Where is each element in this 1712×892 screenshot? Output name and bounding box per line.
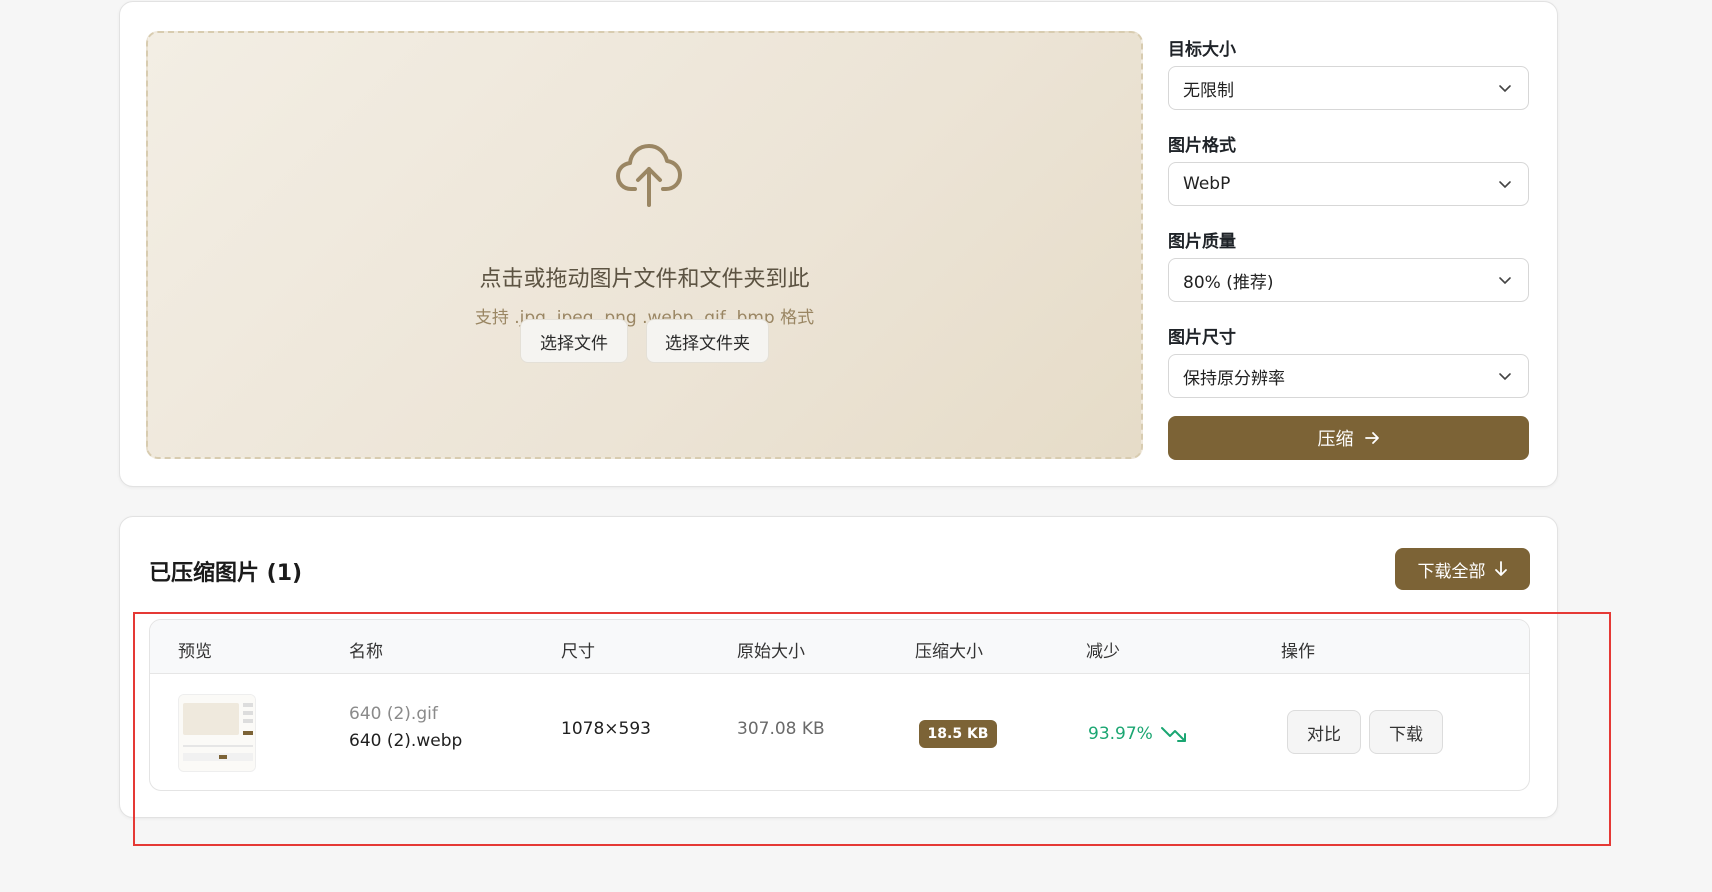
target-size-label: 目标大小 xyxy=(1168,40,1236,60)
arrow-down-icon xyxy=(1494,561,1507,576)
table-header: 预览 名称 尺寸 原始大小 压缩大小 减少 操作 xyxy=(150,620,1529,674)
select-files-button[interactable]: 选择文件 xyxy=(520,319,628,363)
quality-label: 图片质量 xyxy=(1168,232,1236,252)
chevron-down-icon xyxy=(1499,373,1511,381)
preview-thumbnail[interactable] xyxy=(178,694,256,772)
trending-down-icon xyxy=(1160,727,1186,742)
cloud-upload-icon xyxy=(616,144,682,207)
upload-title: 点击或拖动图片文件和文件夹到此 xyxy=(479,267,810,292)
col-dimensions: 尺寸 xyxy=(561,642,595,662)
compress-button[interactable]: 压缩 xyxy=(1168,416,1529,460)
reduction-percent: 93.97% xyxy=(1088,724,1153,744)
reduction-value: 93.97% xyxy=(1088,724,1187,744)
compare-button[interactable]: 对比 xyxy=(1287,710,1361,754)
col-compressed-size: 压缩大小 xyxy=(915,642,983,662)
download-all-label: 下载全部 xyxy=(1417,561,1486,582)
select-folder-button[interactable]: 选择文件夹 xyxy=(646,319,769,363)
format-value: WebP xyxy=(1183,174,1231,194)
preview-image xyxy=(179,695,255,771)
original-file-name: 640 (2).gif xyxy=(349,704,438,724)
col-preview: 预览 xyxy=(178,642,212,662)
chevron-down-icon xyxy=(1499,85,1511,93)
upload-card: 点击或拖动图片文件和文件夹到此 支持 .jpg .jpeg .png .webp… xyxy=(119,1,1558,487)
compress-button-label: 压缩 xyxy=(1317,429,1354,450)
results-card: 已压缩图片 (1) 下载全部 预览 名称 尺寸 原始大小 压缩大小 减少 操作 xyxy=(119,516,1558,818)
results-table: 预览 名称 尺寸 原始大小 压缩大小 减少 操作 640 (2).gif 640… xyxy=(149,619,1530,791)
dimensions-select[interactable]: 保持原分辨率 xyxy=(1168,354,1529,398)
download-button[interactable]: 下载 xyxy=(1369,710,1443,754)
format-label: 图片格式 xyxy=(1168,136,1236,156)
format-select[interactable]: WebP xyxy=(1168,162,1529,206)
col-name: 名称 xyxy=(349,642,383,662)
original-size: 307.08 KB xyxy=(737,719,825,739)
download-all-button[interactable]: 下载全部 xyxy=(1395,548,1530,590)
target-size-select[interactable]: 无限制 xyxy=(1168,66,1529,110)
chevron-down-icon xyxy=(1499,181,1511,189)
target-size-value: 无限制 xyxy=(1183,80,1234,101)
compressed-file-name: 640 (2).webp xyxy=(349,731,463,751)
drop-zone[interactable]: 点击或拖动图片文件和文件夹到此 支持 .jpg .jpeg .png .webp… xyxy=(146,31,1143,459)
results-title: 已压缩图片 (1) xyxy=(149,561,303,586)
col-reduction: 减少 xyxy=(1086,642,1120,662)
col-original-size: 原始大小 xyxy=(737,642,805,662)
col-actions: 操作 xyxy=(1281,642,1315,662)
compressed-size-badge: 18.5 KB xyxy=(919,720,997,748)
upload-subtitle: 支持 .jpg .jpeg .png .webp .gif .bmp 格式 xyxy=(474,308,815,328)
dimensions-value: 保持原分辨率 xyxy=(1183,368,1285,389)
image-dimensions: 1078×593 xyxy=(561,719,651,739)
dimensions-label: 图片尺寸 xyxy=(1168,328,1236,348)
arrow-right-icon xyxy=(1364,432,1379,444)
quality-select[interactable]: 80% (推荐) xyxy=(1168,258,1529,302)
chevron-down-icon xyxy=(1499,277,1511,285)
quality-value: 80% (推荐) xyxy=(1183,272,1274,293)
